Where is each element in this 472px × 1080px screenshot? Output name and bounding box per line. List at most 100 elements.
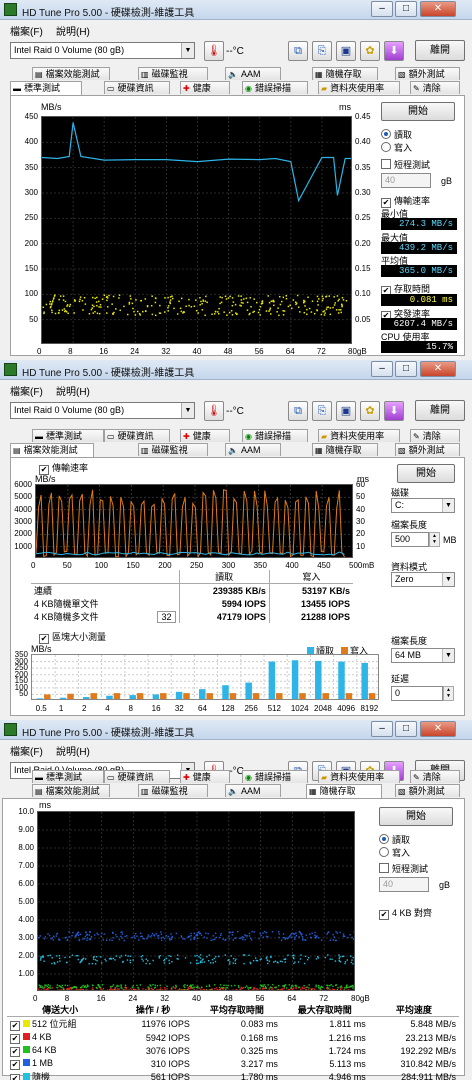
queue-depth-value[interactable]: 32 <box>157 610 176 623</box>
tab-extra-tests[interactable]: ▧ 額外測試 <box>395 443 460 456</box>
access-time-point <box>150 304 153 307</box>
access-point <box>254 957 257 959</box>
tab-health[interactable]: ✚ 健康 <box>180 770 230 783</box>
tab-benchmark[interactable]: ▬ 標準測試 <box>10 81 82 95</box>
maximize-button[interactable]: □ <box>395 361 417 377</box>
start-button[interactable]: 開始 <box>379 807 453 826</box>
minimize-button[interactable]: – <box>371 361 393 377</box>
tab-random-access[interactable]: ▦ 隨機存取 <box>312 443 378 456</box>
tab-health[interactable]: ✚ 健康 <box>180 429 230 442</box>
tab-disk-monitor[interactable]: ▥ 磁碟監視 <box>138 67 208 80</box>
transfer-rate-checkbox[interactable]: ✔ 傳輸速率 <box>381 194 430 208</box>
tab-error-scan[interactable]: ◉ 錯誤掃描 <box>242 770 308 783</box>
menu-help[interactable]: 說明(H) <box>56 743 90 758</box>
close-button[interactable]: ✕ <box>420 1 456 17</box>
disk-select[interactable]: C: ▼ <box>391 498 455 513</box>
tab-file-benchmark[interactable]: ▤ 檔案效能測試 <box>32 784 110 797</box>
short-stroke-checkbox[interactable]: 短程測試 <box>381 158 430 171</box>
tab-benchmark[interactable]: ▬ 標準測試 <box>32 770 104 783</box>
check-icon[interactable]: ✔ <box>10 1033 20 1044</box>
tab-file-benchmark[interactable]: ▤ 檔案效能測試 <box>32 67 110 80</box>
save-icon[interactable]: ▣ <box>336 401 356 421</box>
check-icon[interactable]: ✔ <box>10 1021 20 1031</box>
access-time-point <box>303 311 306 314</box>
copy-info-icon[interactable]: ⧉ <box>288 401 308 421</box>
tab-random-access[interactable]: ▦ 隨機存取 <box>312 67 378 80</box>
access-time-point <box>151 313 154 316</box>
align-4kb-checkbox[interactable]: ✔ 4 KB 對齊 <box>379 906 432 920</box>
access-point <box>140 935 142 938</box>
exit-button[interactable]: 離開 <box>415 40 465 61</box>
options-icon[interactable]: ✿ <box>360 401 380 421</box>
delay-input[interactable]: 0 ▲ ▼ <box>391 686 454 701</box>
tab-info[interactable]: ▭ 硬碟資訊 <box>104 429 170 442</box>
check-icon[interactable]: ✔ <box>10 1046 20 1057</box>
spinner-icon[interactable]: ▲ ▼ <box>429 532 440 547</box>
write-radio[interactable]: 寫入 <box>379 846 410 859</box>
tab-info[interactable]: ▭ 硬碟資訊 <box>104 770 170 783</box>
drive-select[interactable]: Intel Raid 0 Volume (80 gB) ▼ <box>10 42 195 59</box>
options-icon[interactable]: ✿ <box>360 41 380 61</box>
spinner-icon[interactable]: ▲ ▼ <box>443 686 454 701</box>
download-icon[interactable]: ⬇ <box>384 41 404 61</box>
menu-file[interactable]: 檔案(F) <box>10 743 43 758</box>
minimize-button[interactable]: – <box>371 1 393 17</box>
tab-benchmark[interactable]: ▬ 標準測試 <box>32 429 104 442</box>
tab-file-benchmark[interactable]: ▤ 檔案效能測試 <box>10 443 94 457</box>
thermometer-icon[interactable]: 🌡 <box>204 41 224 61</box>
tab-random-access[interactable]: ▦ 隨機存取 <box>306 784 382 798</box>
start-button[interactable]: 開始 <box>397 464 455 483</box>
tab-folder-usage[interactable]: ▰ 資料夾使用率 <box>318 429 400 442</box>
minimize-button[interactable]: – <box>371 721 393 737</box>
tab-erase[interactable]: ✎ 清除 <box>410 429 460 442</box>
download-icon[interactable]: ⬇ <box>384 401 404 421</box>
check-icon[interactable]: ✔ <box>10 1074 20 1080</box>
copy-screen-icon[interactable]: ⎘ <box>312 401 332 421</box>
tab-erase[interactable]: ✎ 清除 <box>410 770 460 783</box>
tab-error-scan[interactable]: ◉ 錯誤掃描 <box>242 81 308 94</box>
data-pattern-select[interactable]: Zero ▼ <box>391 572 455 587</box>
tab-erase[interactable]: ✎ 清除 <box>410 81 460 94</box>
maximize-button[interactable]: □ <box>395 1 417 17</box>
short-stroke-checkbox[interactable]: 短程測試 <box>379 862 428 875</box>
tab-health[interactable]: ✚ 健康 <box>180 81 230 94</box>
tab-disk-monitor[interactable]: ▥ 磁碟監視 <box>138 443 208 456</box>
menu-help[interactable]: 說明(H) <box>56 383 90 398</box>
copy-info-icon[interactable]: ⧉ <box>288 41 308 61</box>
transfer-rate-checkbox[interactable]: ✔ 傳輸速率 <box>39 461 88 475</box>
thermometer-icon[interactable]: 🌡 <box>204 401 224 421</box>
tab-disk-monitor[interactable]: ▥ 磁碟監視 <box>138 784 208 797</box>
access-time-point <box>285 295 288 297</box>
file-length2-select[interactable]: 64 MB ▼ <box>391 648 455 663</box>
drive-select[interactable]: Intel Raid 0 Volume (80 gB) ▼ <box>10 402 195 419</box>
exit-button[interactable]: 離開 <box>415 400 465 421</box>
read-radio[interactable]: 讀取 <box>379 833 410 846</box>
maximize-button[interactable]: □ <box>395 721 417 737</box>
access-point <box>310 988 312 990</box>
menu-file[interactable]: 檔案(F) <box>10 383 43 398</box>
tab-extra-tests[interactable]: ▧ 額外測試 <box>395 67 460 80</box>
close-button[interactable]: ✕ <box>420 721 456 737</box>
short-stroke-input[interactable]: 40 <box>379 877 429 892</box>
block-size-checkbox[interactable]: ✔ 區塊大小測量 <box>39 630 106 644</box>
close-button[interactable]: ✕ <box>420 361 456 377</box>
menu-file[interactable]: 檔案(F) <box>10 23 43 38</box>
copy-screen-icon[interactable]: ⎘ <box>312 41 332 61</box>
tab-error-scan[interactable]: ◉ 錯誤掃描 <box>242 429 308 442</box>
save-icon[interactable]: ▣ <box>336 41 356 61</box>
access-point <box>238 990 239 991</box>
tab-info[interactable]: ▭ 硬碟資訊 <box>104 81 170 94</box>
start-button[interactable]: 開始 <box>381 102 455 121</box>
tab-aam[interactable]: 🔈 AAM <box>225 784 281 797</box>
tab-folder-usage[interactable]: ▰ 資料夾使用率 <box>318 770 400 783</box>
tab-folder-usage[interactable]: ▰ 資料夾使用率 <box>318 81 400 94</box>
short-stroke-input[interactable]: 40 <box>381 173 431 188</box>
check-icon[interactable]: ✔ <box>10 1059 20 1070</box>
file-length-input[interactable]: 500 ▲ ▼ <box>391 532 440 547</box>
menu-help[interactable]: 說明(H) <box>56 23 90 38</box>
write-radio[interactable]: 寫入 <box>381 141 412 154</box>
tab-extra-tests[interactable]: ▧ 額外測試 <box>395 784 460 797</box>
read-radio[interactable]: 讀取 <box>381 128 412 141</box>
tab-aam[interactable]: 🔈 AAM <box>225 67 281 80</box>
tab-aam[interactable]: 🔈 AAM <box>225 443 281 456</box>
